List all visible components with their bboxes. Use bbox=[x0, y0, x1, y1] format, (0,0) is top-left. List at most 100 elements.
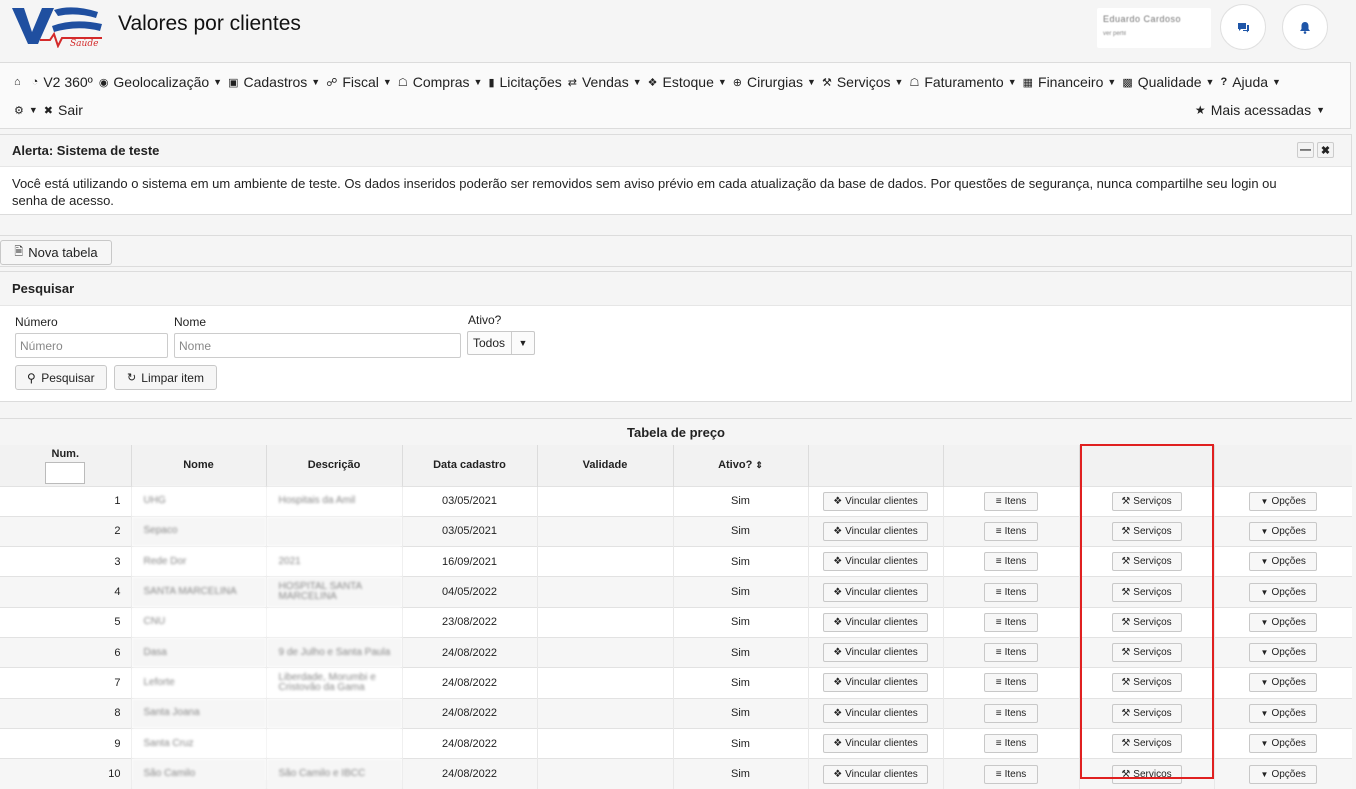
opcoes-button[interactable]: ▼ Opções bbox=[1249, 764, 1318, 784]
menu-fiscal[interactable]: ☍ Fiscal ▼ bbox=[326, 74, 392, 90]
cell-vincular: ❖ Vincular clientes bbox=[807, 727, 943, 759]
num-filter-input[interactable] bbox=[45, 462, 86, 484]
plus-circle-icon: ⊕ bbox=[732, 76, 743, 89]
cell-itens: ≡ Itens bbox=[942, 667, 1079, 699]
cell-descricao: 2021 bbox=[265, 546, 402, 577]
fiscal-icon: ☍ bbox=[326, 76, 338, 89]
menu-qualidade[interactable]: ▩ Qualidade ▼ bbox=[1122, 74, 1214, 90]
vincular-clientes-button[interactable]: ❖ Vincular clientes bbox=[823, 673, 928, 693]
cell-vincular: ❖ Vincular clientes bbox=[807, 697, 943, 729]
tag-icon: ❖ bbox=[833, 556, 843, 568]
cell-vincular: ❖ Vincular clientes bbox=[807, 576, 943, 608]
itens-button[interactable]: ≡ Itens bbox=[984, 643, 1038, 663]
cell-nome: Santa Cruz bbox=[130, 727, 266, 759]
menu-sair[interactable]: ✖ Sair bbox=[44, 102, 83, 118]
cell-opcoes: ▼ Opções bbox=[1213, 727, 1352, 759]
opcoes-button[interactable]: ▼ Opções bbox=[1249, 491, 1318, 511]
itens-button[interactable]: ≡ Itens bbox=[984, 703, 1038, 723]
itens-button[interactable]: ≡ Itens bbox=[984, 764, 1038, 784]
cell-descricao: 9 de Julho e Santa Paula bbox=[265, 636, 402, 668]
opcoes-button[interactable]: ▼ Opções bbox=[1249, 703, 1318, 723]
chat-button[interactable] bbox=[1220, 4, 1266, 50]
itens-button[interactable]: ≡ Itens bbox=[984, 552, 1038, 572]
itens-button[interactable]: ≡ Itens bbox=[984, 521, 1038, 541]
caret-down-icon: ▼ bbox=[28, 105, 38, 115]
menu-geolocalizacao[interactable]: ◉ Geolocalização ▼ bbox=[99, 74, 222, 90]
search-button[interactable]: ⚲ Pesquisar bbox=[15, 365, 107, 390]
notifications-button[interactable] bbox=[1282, 4, 1328, 50]
alert-title: Alerta: Sistema de teste bbox=[0, 135, 1351, 167]
cell-data-cadastro: 24/08/2022 bbox=[401, 697, 537, 729]
vincular-clientes-button[interactable]: ❖ Vincular clientes bbox=[823, 552, 928, 572]
menu-home[interactable]: ⌂ bbox=[14, 76, 26, 88]
caret-down-icon: ▼ bbox=[1260, 678, 1269, 688]
opcoes-button[interactable]: ▼ Opções bbox=[1249, 612, 1318, 632]
menu-mais-acessadas[interactable]: ★ Mais acessadas ▼ bbox=[1195, 102, 1325, 118]
vincular-clientes-button[interactable]: ❖ Vincular clientes bbox=[823, 734, 928, 754]
menu-v2360[interactable]: ◔ V2 360º bbox=[32, 74, 93, 90]
menu-ajuda[interactable]: ? Ajuda ▼ bbox=[1220, 74, 1280, 90]
table-caption: Tabela de preço bbox=[0, 419, 1352, 445]
cell-descricao bbox=[265, 727, 402, 759]
menu-compras[interactable]: ☖ Compras ▼ bbox=[398, 74, 483, 90]
minimize-button[interactable]: — bbox=[1297, 142, 1314, 158]
numero-input[interactable]: Número bbox=[15, 333, 168, 358]
caret-down-icon: ▼ bbox=[1260, 648, 1269, 658]
col-data-cadastro[interactable]: Data cadastro bbox=[401, 445, 537, 486]
vincular-clientes-button[interactable]: ❖ Vincular clientes bbox=[823, 491, 928, 511]
vincular-clientes-button[interactable]: ❖ Vincular clientes bbox=[823, 643, 928, 663]
cell-vincular: ❖ Vincular clientes bbox=[807, 515, 943, 547]
tag-icon: ❖ bbox=[833, 525, 843, 537]
menu-financeiro[interactable]: ▦ Financeiro ▼ bbox=[1023, 74, 1117, 90]
cell-data-cadastro: 04/05/2022 bbox=[401, 576, 537, 608]
col-validade[interactable]: Validade bbox=[536, 445, 673, 486]
clear-button[interactable]: ↻ Limpar item bbox=[114, 365, 217, 390]
cell-vincular: ❖ Vincular clientes bbox=[807, 606, 943, 638]
logo[interactable]: Saúde bbox=[10, 4, 105, 48]
caret-down-icon: ▼ bbox=[1316, 105, 1325, 115]
cell-num: 2 bbox=[0, 515, 131, 547]
itens-button[interactable]: ≡ Itens bbox=[984, 673, 1038, 693]
cell-vincular: ❖ Vincular clientes bbox=[807, 636, 943, 668]
col-descricao[interactable]: Descrição bbox=[265, 445, 402, 486]
menu-estoque[interactable]: ❖ Estoque ▼ bbox=[648, 74, 727, 90]
menu-vendas[interactable]: ⇄ Vendas ▼ bbox=[568, 74, 642, 90]
menu-servicos[interactable]: ⚒ Serviços ▼ bbox=[822, 74, 903, 90]
numero-label: Número bbox=[15, 315, 58, 329]
vincular-clientes-button[interactable]: ❖ Vincular clientes bbox=[823, 521, 928, 541]
list-icon: ≡ bbox=[995, 556, 1002, 568]
opcoes-button[interactable]: ▼ Opções bbox=[1249, 552, 1318, 572]
caret-down-icon: ▼ bbox=[1272, 77, 1281, 87]
col-nome[interactable]: Nome bbox=[130, 445, 266, 486]
user-profile[interactable]: Eduardo Cardoso ver perfil bbox=[1097, 8, 1211, 48]
opcoes-button[interactable]: ▼ Opções bbox=[1249, 643, 1318, 663]
itens-button[interactable]: ≡ Itens bbox=[984, 734, 1038, 754]
vincular-clientes-button[interactable]: ❖ Vincular clientes bbox=[823, 764, 928, 784]
list-icon: ≡ bbox=[995, 647, 1002, 659]
alert-panel: Alerta: Sistema de teste Você está utili… bbox=[0, 134, 1352, 215]
vincular-clientes-button[interactable]: ❖ Vincular clientes bbox=[823, 582, 928, 602]
menu-faturamento[interactable]: ☖ Faturamento ▼ bbox=[909, 74, 1016, 90]
nome-input[interactable]: Nome bbox=[174, 333, 461, 358]
close-button[interactable]: ✖ bbox=[1317, 142, 1334, 158]
highlight-servicos-column bbox=[1080, 444, 1214, 779]
opcoes-button[interactable]: ▼ Opções bbox=[1249, 673, 1318, 693]
caret-down-icon: ▼ bbox=[894, 77, 904, 87]
menu-settings[interactable]: ⚙ ▼ bbox=[14, 104, 38, 117]
col-ativo[interactable]: Ativo? ⇕ bbox=[672, 445, 808, 486]
vincular-clientes-button[interactable]: ❖ Vincular clientes bbox=[823, 703, 928, 723]
menu-licitacoes[interactable]: ▮ Licitações bbox=[488, 74, 561, 90]
itens-button[interactable]: ≡ Itens bbox=[984, 491, 1038, 511]
opcoes-button[interactable]: ▼ Opções bbox=[1249, 521, 1318, 541]
menu-cirurgias[interactable]: ⊕ Cirurgias ▼ bbox=[733, 74, 816, 90]
menu-cadastros[interactable]: ▣ Cadastros ▼ bbox=[228, 74, 320, 90]
caret-down-icon: ▼ bbox=[1260, 769, 1269, 779]
opcoes-button[interactable]: ▼ Opções bbox=[1249, 734, 1318, 754]
vincular-clientes-button[interactable]: ❖ Vincular clientes bbox=[823, 612, 928, 632]
col-vincular bbox=[807, 445, 943, 486]
itens-button[interactable]: ≡ Itens bbox=[984, 582, 1038, 602]
new-table-button[interactable]: 🗎 Nova tabela bbox=[0, 240, 112, 265]
ativo-select[interactable]: Todos ▼ bbox=[467, 331, 535, 355]
itens-button[interactable]: ≡ Itens bbox=[984, 612, 1038, 632]
opcoes-button[interactable]: ▼ Opções bbox=[1249, 582, 1318, 602]
